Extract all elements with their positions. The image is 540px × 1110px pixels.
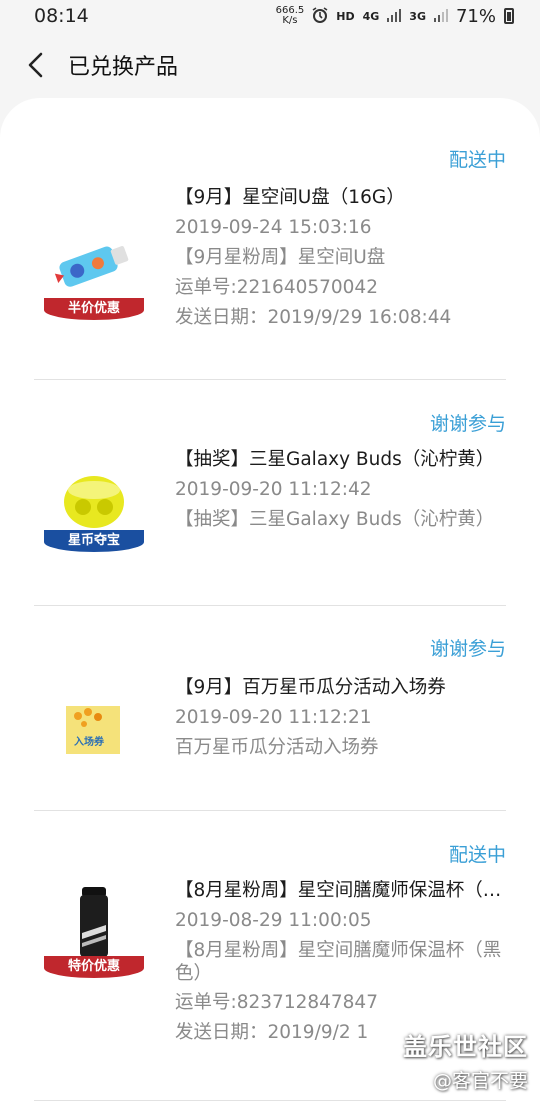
battery-icon xyxy=(504,8,514,24)
item-waybill: 运单号:221640570042 xyxy=(175,277,378,298)
watermark-site: 盖乐世社区 xyxy=(403,1033,528,1061)
ticket-icon xyxy=(66,706,120,754)
watermark: 盖乐世社区 @客官不要 xyxy=(403,1027,528,1093)
status-bar: 08:14 666.5 K/s HD 4G 3G 71% xyxy=(0,0,540,32)
item-desc: 【8月星粉周】星空间膳魔师保温杯（黑色） xyxy=(175,940,502,984)
delivery-status: 谢谢参与 xyxy=(429,638,506,660)
ticket-label: 入场券 xyxy=(74,737,104,748)
status-time: 08:14 xyxy=(34,5,89,27)
item-ship-date: 发送日期：2019/9/29 16:08:44 xyxy=(175,307,452,328)
delivery-status: 配送中 xyxy=(448,844,506,866)
item-info: 【抽奖】三星Galaxy Buds（沁柠黄） 2019-09-20 11:12:… xyxy=(175,445,506,534)
item-desc: 【9月星粉周】星空间U盘 xyxy=(175,247,386,268)
3g-indicator: 3G xyxy=(409,9,426,23)
item-info: 【9月】星空间U盘（16G） 2019-09-24 15:03:16 【9月星粉… xyxy=(175,183,506,333)
signal-icon xyxy=(387,8,402,25)
promo-badge: 星币夺宝 xyxy=(44,530,144,552)
item-title: 【9月】星空间U盘（16G） xyxy=(175,187,405,208)
item-date: 2019-09-20 11:12:42 xyxy=(175,479,372,500)
item-title: 【抽奖】三星Galaxy Buds（沁柠黄） xyxy=(175,449,495,470)
redeemed-list: 配送中 半价优惠 【9月】星空间U盘（16G） 2019-09-24 15:03… xyxy=(0,98,540,1110)
product-thumbnail: 入场券 xyxy=(42,678,146,782)
item-info: 【8月星粉周】星空间膳魔师保温杯（黑色） 2019-08-29 11:00:05… xyxy=(175,876,506,1048)
back-button[interactable] xyxy=(16,45,56,85)
list-item[interactable]: 谢谢参与 星币夺宝 【抽奖】三星Galaxy Buds（沁柠黄） 2019-09… xyxy=(34,380,506,606)
delivery-status: 谢谢参与 xyxy=(429,413,506,435)
item-title: 【9月】百万星币瓜分活动入场券 xyxy=(175,677,446,698)
chevron-left-icon xyxy=(28,52,43,78)
item-date: 2019-09-24 15:03:16 xyxy=(175,217,372,238)
page-title: 已兑换产品 xyxy=(68,55,179,80)
product-thumbnail: 特价优惠 xyxy=(42,876,146,980)
app-bar: 已兑换产品 xyxy=(0,32,540,98)
item-waybill: 运单号:823712847847 xyxy=(175,992,378,1013)
delivery-status: 配送中 xyxy=(448,149,506,171)
item-desc: 【抽奖】三星Galaxy Buds（沁柠黄） xyxy=(175,509,495,530)
ticket-item-info: 【9月】百万星币瓜分活动入场券 2019-09-20 11:12:21 百万星币… xyxy=(175,673,506,763)
alarm-icon xyxy=(312,6,328,26)
item-desc: 百万星币瓜分活动入场券 xyxy=(175,737,379,758)
battery-percent: 71% xyxy=(455,5,496,27)
product-thumbnail: 半价优惠 xyxy=(42,218,146,322)
item-date: 2019-09-20 11:12:21 xyxy=(175,707,372,728)
watermark-user: @客官不要 xyxy=(432,1070,528,1092)
item-date: 2019-08-29 11:00:05 xyxy=(175,910,372,931)
network-speed: 666.5 K/s xyxy=(275,5,305,26)
list-item[interactable]: 配送中 半价优惠 【9月】星空间U盘（16G） 2019-09-24 15:03… xyxy=(34,98,506,380)
promo-badge: 特价优惠 xyxy=(44,956,144,978)
promo-badge: 半价优惠 xyxy=(44,298,144,320)
product-thumbnail: 星币夺宝 xyxy=(42,450,146,554)
status-icons: 666.5 K/s HD 4G 3G 71% xyxy=(276,6,514,27)
item-title: 【8月星粉周】星空间膳魔师保温杯（黑色） xyxy=(175,880,506,901)
hd-indicator: HD xyxy=(336,9,355,23)
4g-indicator: 4G xyxy=(362,9,380,23)
signal-icon-2 xyxy=(433,8,448,25)
